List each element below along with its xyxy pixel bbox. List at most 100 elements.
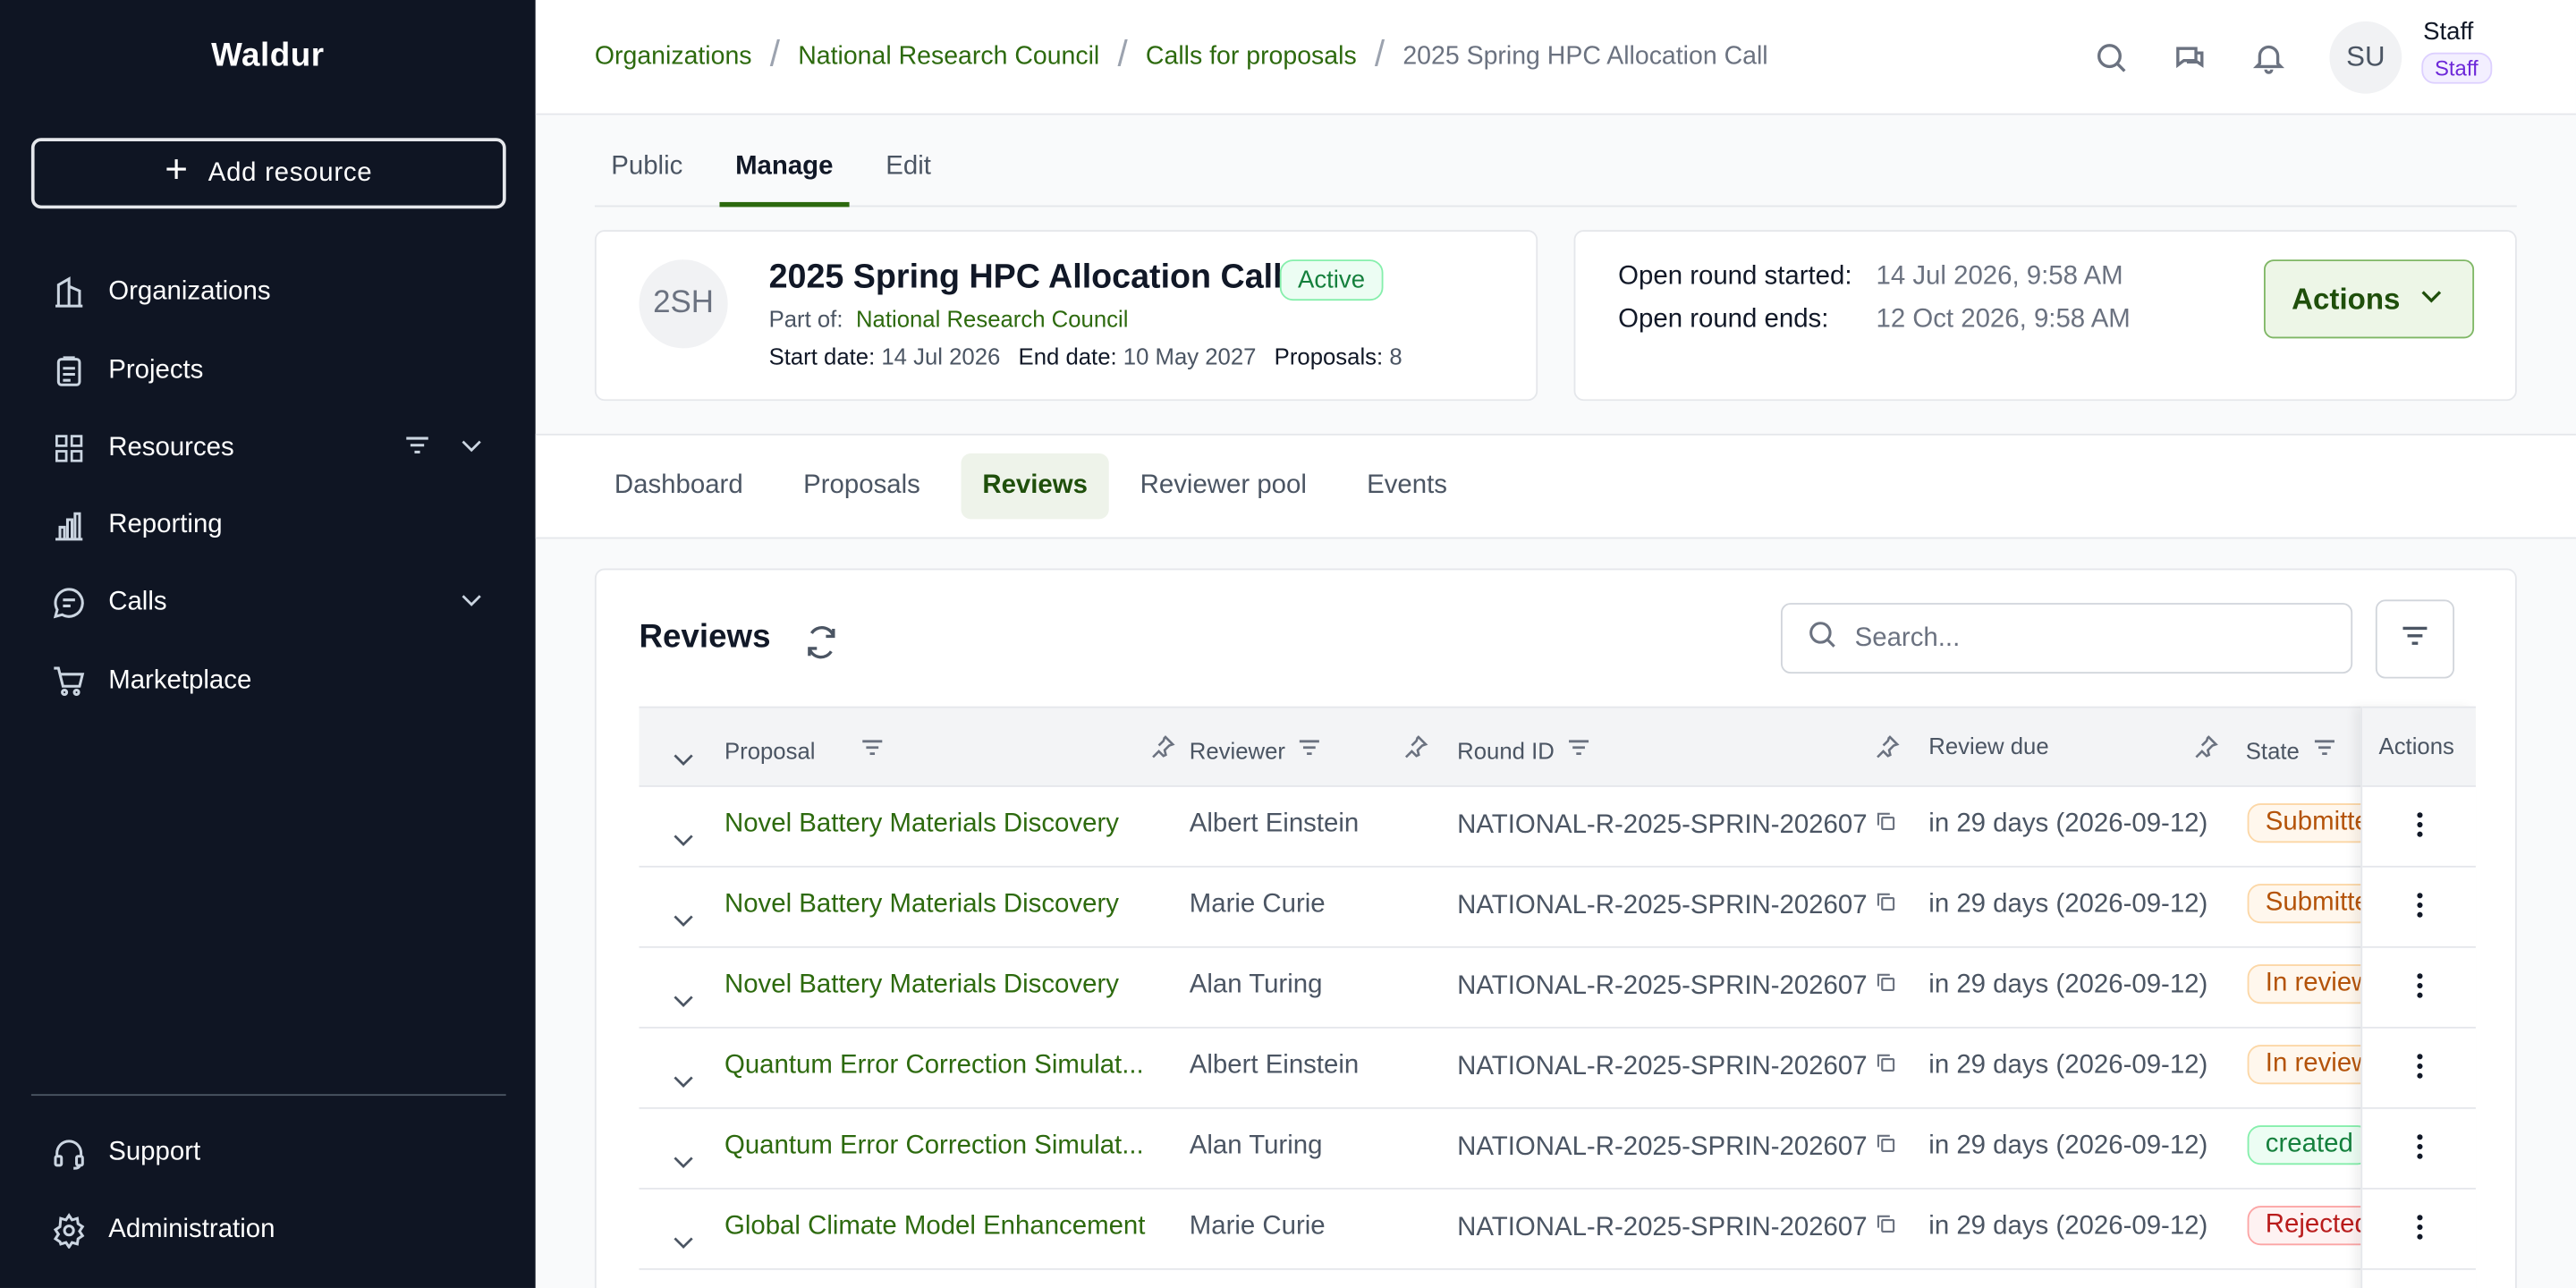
- review-due: in 29 days (2026-09-12): [1928, 1131, 2208, 1160]
- row-actions-button[interactable]: [2362, 868, 2476, 948]
- proposal-link[interactable]: Novel Battery Materials Discovery: [724, 890, 1148, 919]
- tab-edit[interactable]: Edit: [869, 115, 947, 206]
- more-vertical-icon: [2402, 1122, 2436, 1174]
- sidebar-item-resources[interactable]: Resources: [49, 424, 487, 473]
- organization-link[interactable]: National Research Council: [856, 306, 1128, 332]
- copy-icon[interactable]: [1874, 890, 1897, 921]
- pin-icon[interactable]: [1148, 733, 1176, 760]
- pin-icon[interactable]: [1402, 733, 1429, 760]
- filter-icon: [2397, 613, 2433, 665]
- expand-row-icon[interactable]: [669, 974, 699, 1027]
- pin-icon[interactable]: [2191, 733, 2219, 760]
- messages-icon[interactable]: [2168, 36, 2211, 79]
- app-logo[interactable]: Waldur: [0, 38, 536, 75]
- copy-icon[interactable]: [1874, 970, 1897, 1002]
- table-row[interactable]: Global Climate Model Enhancement Marie Cu…: [639, 1190, 2476, 1270]
- row-actions-button[interactable]: [2362, 787, 2476, 868]
- tab-public[interactable]: Public: [595, 115, 699, 206]
- column-review-due[interactable]: Review due: [1928, 733, 2048, 758]
- more-vertical-icon: [2402, 880, 2436, 933]
- tab-proposals[interactable]: Proposals: [782, 453, 941, 519]
- filter-button[interactable]: [2375, 599, 2455, 679]
- row-actions-button[interactable]: [2362, 1029, 2476, 1109]
- tab-reviewer-pool[interactable]: Reviewer pool: [1119, 453, 1328, 519]
- table-row[interactable]: Novel Battery Materials Discovery Marie C…: [639, 868, 2476, 948]
- expand-all-icon[interactable]: [669, 733, 699, 785]
- part-of-label: Part of:: [768, 305, 843, 333]
- breadcrumb-organizations[interactable]: Organizations: [595, 43, 752, 72]
- column-state[interactable]: State: [2246, 733, 2339, 767]
- proposal-link[interactable]: Global Climate Model Enhancement: [724, 1212, 1148, 1241]
- table-row[interactable]: Quantum Error Correction Simulat... Alber…: [639, 1029, 2476, 1109]
- start-date-value: 14 Jul 2026: [881, 343, 1001, 370]
- column-proposal[interactable]: Proposal: [724, 733, 887, 767]
- filter-icon[interactable]: [858, 733, 887, 767]
- filter-icon[interactable]: [401, 428, 434, 469]
- review-due: in 29 days (2026-09-12): [1928, 1212, 2208, 1241]
- sidebar-item-calls[interactable]: Calls: [49, 579, 487, 628]
- copy-icon[interactable]: [1874, 1131, 1897, 1163]
- copy-icon[interactable]: [1874, 809, 1897, 841]
- review-due: in 29 days (2026-09-12): [1928, 809, 2208, 838]
- grid-icon: [49, 428, 89, 468]
- tab-reviews[interactable]: Reviews: [961, 453, 1109, 520]
- expand-row-icon[interactable]: [669, 1055, 699, 1107]
- round-ends-label: Open round ends:: [1618, 305, 1829, 334]
- row-actions-button[interactable]: [2362, 948, 2476, 1029]
- reviewer-name: Alan Turing: [1189, 1131, 1323, 1160]
- tab-events[interactable]: Events: [1345, 453, 1469, 519]
- header-actions: [2089, 36, 2290, 79]
- round-id: NATIONAL-R-2025-SPRIN-202607: [1457, 970, 1896, 1002]
- user-name: Staff: [2423, 18, 2474, 47]
- breadcrumb-organization[interactable]: National Research Council: [798, 43, 1099, 72]
- refresh-icon[interactable]: [803, 619, 839, 659]
- chevron-down-icon[interactable]: [457, 429, 487, 467]
- sidebar-item-support[interactable]: Support: [49, 1129, 487, 1178]
- breadcrumb-separator: /: [769, 32, 781, 74]
- round-id-value: NATIONAL-R-2025-SPRIN-202607: [1457, 971, 1868, 1000]
- column-reviewer[interactable]: Reviewer: [1190, 733, 1325, 767]
- filter-icon[interactable]: [1295, 733, 1325, 767]
- breadcrumb-separator: /: [1117, 32, 1128, 74]
- tab-manage[interactable]: Manage: [718, 115, 850, 208]
- breadcrumb-separator: /: [1374, 32, 1385, 74]
- table-row[interactable]: Novel Battery Materials Discovery Albert …: [639, 787, 2476, 868]
- expand-row-icon[interactable]: [669, 813, 699, 866]
- column-label: Review due: [1928, 733, 2049, 759]
- sidebar-item-projects[interactable]: Projects: [49, 347, 487, 396]
- column-round-id[interactable]: Round ID: [1457, 733, 1594, 767]
- row-actions-button[interactable]: [2362, 1190, 2476, 1270]
- sidebar-item-reporting[interactable]: Reporting: [49, 501, 487, 550]
- avatar[interactable]: SU: [2329, 21, 2402, 94]
- sidebar-item-marketplace[interactable]: Marketplace: [49, 657, 487, 707]
- copy-icon[interactable]: [1874, 1051, 1897, 1082]
- proposal-link[interactable]: Quantum Error Correction Simulat...: [724, 1051, 1148, 1080]
- expand-row-icon[interactable]: [669, 1135, 699, 1188]
- sidebar-item-administration[interactable]: Administration: [49, 1206, 487, 1255]
- table-row[interactable]: Quantum Error Correction Simulat... Alan …: [639, 1109, 2476, 1190]
- filter-icon[interactable]: [2309, 733, 2339, 767]
- sidebar-item-organizations[interactable]: Organizations: [49, 267, 487, 317]
- actions-dropdown-button[interactable]: Actions: [2263, 259, 2475, 339]
- pin-icon[interactable]: [1873, 733, 1901, 760]
- filter-icon[interactable]: [1564, 733, 1594, 767]
- expand-row-icon[interactable]: [669, 894, 699, 946]
- reviewer-name: Marie Curie: [1189, 1212, 1326, 1241]
- chevron-down-icon[interactable]: [457, 584, 487, 622]
- expand-row-icon[interactable]: [669, 1216, 699, 1268]
- search-input[interactable]: Search...: [1780, 603, 2353, 674]
- proposal-link[interactable]: Novel Battery Materials Discovery: [724, 809, 1148, 839]
- row-actions-button[interactable]: [2362, 1109, 2476, 1190]
- copy-icon[interactable]: [1874, 1212, 1897, 1243]
- headset-icon: [49, 1133, 89, 1173]
- table-row[interactable]: Novel Battery Materials Discovery Alan Tu…: [639, 948, 2476, 1029]
- breadcrumb-calls[interactable]: Calls for proposals: [1146, 43, 1357, 72]
- tab-dashboard[interactable]: Dashboard: [593, 453, 765, 519]
- state-badge: created: [2247, 1125, 2372, 1165]
- sidebar-item-label: Administration: [108, 1216, 275, 1244]
- proposal-link[interactable]: Novel Battery Materials Discovery: [724, 970, 1148, 1000]
- bell-icon[interactable]: [2248, 36, 2291, 79]
- proposal-link[interactable]: Quantum Error Correction Simulat...: [724, 1131, 1148, 1161]
- add-resource-button[interactable]: + Add resource: [30, 138, 506, 209]
- search-icon[interactable]: [2089, 36, 2132, 79]
